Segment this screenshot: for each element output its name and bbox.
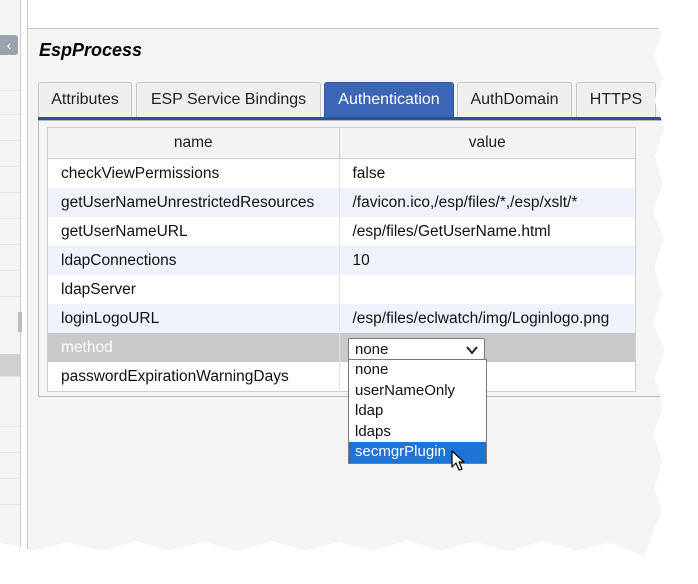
option-ldap[interactable]: ldap [349, 401, 486, 422]
mouse-cursor-icon [451, 450, 467, 477]
option-ldaps[interactable]: ldaps [349, 422, 486, 443]
property-name: ldapServer [47, 275, 340, 304]
nav-row[interactable] [0, 482, 20, 505]
property-value[interactable]: 10 [339, 246, 636, 275]
table-row-selected[interactable]: method [47, 333, 636, 362]
column-header-name[interactable]: name [47, 127, 340, 159]
table-row[interactable]: ldapServer [47, 275, 636, 304]
table-row[interactable]: getUserNameURL /esp/files/GetUserName.ht… [47, 217, 636, 246]
property-name: checkViewPermissions [47, 158, 340, 188]
table-row[interactable]: passwordExpirationWarningDays [47, 362, 636, 392]
property-value[interactable]: false [339, 158, 636, 188]
table-row[interactable]: loginLogoURL /esp/files/eclwatch/img/Log… [47, 304, 636, 333]
property-value[interactable]: /esp/files/eclwatch/img/Loginlogo.png [339, 304, 636, 333]
property-name: loginLogoURL [47, 304, 340, 333]
tab-esp-service-bindings[interactable]: ESP Service Bindings [136, 82, 321, 117]
splitter-handle[interactable] [18, 312, 22, 332]
column-header-value[interactable]: value [338, 127, 636, 159]
method-select[interactable]: none [348, 338, 485, 360]
option-none[interactable]: none [349, 360, 486, 381]
table-row[interactable]: ldapConnections 10 [47, 246, 636, 275]
method-select-value: none [355, 341, 389, 358]
table-row[interactable]: getUserNameUnrestrictedResources /favico… [47, 188, 636, 217]
nav-row[interactable] [0, 68, 20, 91]
property-name: getUserNameURL [47, 217, 340, 246]
nav-row[interactable] [0, 144, 20, 167]
nav-row[interactable] [0, 170, 20, 193]
tab-authdomain[interactable]: AuthDomain [457, 82, 572, 117]
property-value[interactable]: /favicon.ico,/esp/files/*,/esp/xslt/* [339, 188, 636, 217]
nav-row[interactable] [0, 118, 20, 141]
tab-attributes[interactable]: Attributes [38, 82, 132, 117]
method-dropdown-list: none userNameOnly ldap ldaps secmgrPlugi… [348, 359, 487, 464]
property-name: method [47, 333, 340, 362]
nav-row[interactable] [0, 456, 20, 479]
nav-row[interactable] [0, 92, 20, 115]
property-name: passwordExpirationWarningDays [47, 362, 340, 392]
nav-row-selected[interactable] [0, 354, 20, 377]
left-nav-strip: ‹ [0, 0, 22, 556]
collapse-left-icon[interactable]: ‹ [0, 35, 18, 55]
nav-row[interactable] [0, 404, 20, 427]
table-row[interactable]: checkViewPermissions false [47, 158, 636, 188]
property-name: getUserNameUnrestrictedResources [47, 188, 340, 217]
nav-row[interactable] [0, 248, 20, 271]
property-name: ldapConnections [47, 246, 340, 275]
table-header-row: name value [47, 127, 636, 159]
tab-https[interactable]: HTTPS [576, 82, 656, 117]
properties-table: name value checkViewPermissions false ge… [47, 127, 636, 392]
screenshot-frame: ‹ EspProcess Attributes ESP Service Bind… [0, 0, 665, 556]
nav-row[interactable] [0, 222, 20, 245]
nav-row[interactable] [0, 274, 20, 297]
property-value[interactable] [339, 275, 636, 304]
nav-row[interactable] [0, 430, 20, 453]
option-usernameonly[interactable]: userNameOnly [349, 381, 486, 402]
tab-authentication[interactable]: Authentication [324, 82, 454, 119]
page-title: EspProcess [39, 40, 143, 60]
nav-row[interactable] [0, 196, 20, 219]
property-value[interactable]: /esp/files/GetUserName.html [339, 217, 636, 246]
